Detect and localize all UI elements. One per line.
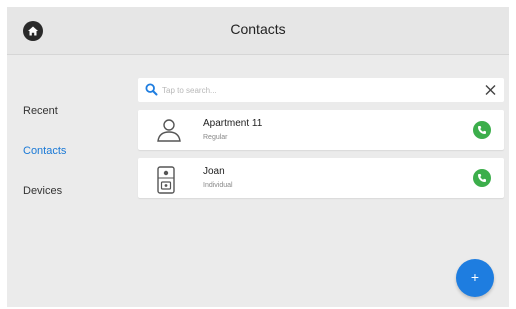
app-window: Contacts Recent Contacts Devices Apartme… [7,7,509,307]
call-button[interactable] [473,169,491,187]
top-bar: Contacts [7,7,509,55]
plus-icon: + [470,269,480,285]
add-contact-button[interactable]: + [456,259,494,297]
contact-type: Individual [203,182,233,189]
clear-search-button[interactable] [483,81,499,99]
page-title: Contacts [230,21,286,37]
sidebar-item-devices[interactable]: Devices [23,185,62,197]
sidebar-item-contacts[interactable]: Contacts [23,145,66,157]
contact-name: Apartment 11 [203,118,263,129]
contact-type: Regular [203,134,228,141]
contact-card[interactable]: Apartment 11 Regular [138,110,504,150]
search-input[interactable] [162,81,462,99]
search-bar [138,78,504,102]
person-icon [157,119,181,142]
door-station-icon [157,166,175,194]
phone-icon [478,174,486,182]
close-icon [485,85,496,95]
contact-name: Joan [203,166,225,177]
search-icon [145,83,158,96]
sidebar-item-recent[interactable]: Recent [23,105,58,117]
call-button[interactable] [473,121,491,139]
phone-icon [478,126,486,134]
contact-card[interactable]: Joan Individual [138,158,504,198]
